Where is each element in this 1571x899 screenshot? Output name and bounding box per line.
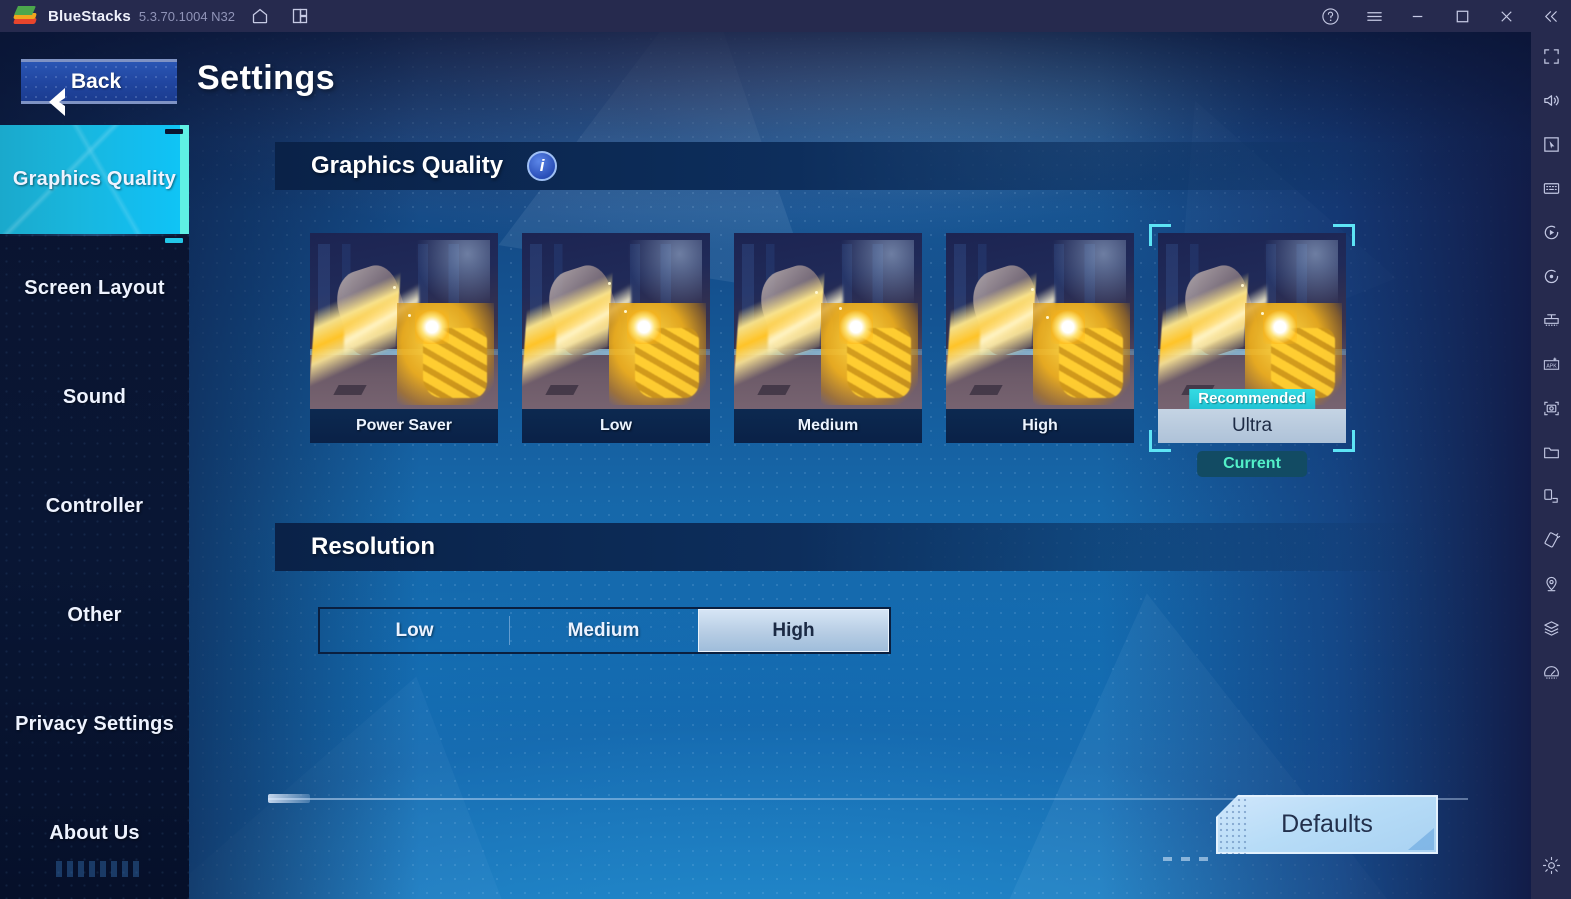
multi-instance-icon[interactable] xyxy=(285,1,315,31)
back-button-label: Back xyxy=(71,69,122,93)
close-icon[interactable] xyxy=(1491,1,1521,31)
graphics-preset-high[interactable]: High xyxy=(946,233,1134,443)
graphics-preset-ultra[interactable]: Recommended Ultra Current xyxy=(1149,224,1355,477)
preset-caption: Low xyxy=(522,409,710,443)
resolution-option-label: Medium xyxy=(567,619,640,641)
recommended-badge: Recommended xyxy=(1189,389,1315,409)
resolution-segmented-control: Low Medium High xyxy=(318,607,891,654)
maximize-icon[interactable] xyxy=(1447,1,1477,31)
sidebar-item-label: Sound xyxy=(62,386,127,408)
window-controls xyxy=(1301,1,1571,31)
preset-thumbnail xyxy=(734,233,922,409)
keyboard-icon[interactable] xyxy=(1531,168,1571,208)
sidebar-item-screen-layout[interactable]: Screen Layout xyxy=(0,234,189,343)
section-title: Graphics Quality xyxy=(311,152,504,179)
help-icon[interactable] xyxy=(1315,1,1345,31)
sidebar-item-label: Privacy Settings xyxy=(15,713,174,735)
install-apk-icon[interactable]: APK xyxy=(1531,344,1571,384)
sidebar-item-label: Screen Layout xyxy=(24,277,165,299)
graphics-preset-list: Power Saver Low Medium High Recommended … xyxy=(310,224,1355,477)
settings-gear-icon[interactable] xyxy=(1531,845,1571,885)
home-icon[interactable] xyxy=(245,1,275,31)
right-toolbar: APK xyxy=(1531,32,1571,899)
defaults-button-label: Defaults xyxy=(1281,810,1373,838)
sidebar-item-label: Graphics Quality xyxy=(12,168,177,190)
sidebar-item-tick xyxy=(165,129,183,134)
fullscreen-icon[interactable] xyxy=(1531,36,1571,76)
sidebar-item-label: Other xyxy=(67,604,122,626)
bluestacks-logo-icon xyxy=(13,5,37,27)
sidebar-footer-marks xyxy=(56,861,139,877)
game-controls-icon[interactable] xyxy=(1531,300,1571,340)
record-icon[interactable] xyxy=(1531,256,1571,296)
preset-thumbnail xyxy=(1158,233,1346,409)
sidebar-item-other[interactable]: Other xyxy=(0,561,189,670)
collapse-icon[interactable] xyxy=(1535,1,1565,31)
location-icon[interactable] xyxy=(1531,564,1571,604)
app-version: 5.3.70.1004 N32 xyxy=(138,8,236,24)
preset-label: High xyxy=(1022,417,1058,434)
sidebar-items: Graphics Quality Screen Layout Sound Con… xyxy=(0,125,189,888)
multi-instance-layers-icon[interactable] xyxy=(1531,608,1571,648)
section-title: Resolution xyxy=(311,533,435,560)
sidebar-item-privacy-settings[interactable]: Privacy Settings xyxy=(0,670,189,779)
performance-icon[interactable] xyxy=(1531,652,1571,692)
preset-caption: Medium xyxy=(734,409,922,443)
defaults-button[interactable]: Defaults xyxy=(1216,795,1438,854)
resolution-option-label: Low xyxy=(395,619,434,641)
resolution-option-high[interactable]: High xyxy=(698,609,889,652)
main-content: Settings Graphics Quality i Power Saver xyxy=(189,32,1531,899)
sidebar-divider xyxy=(0,234,189,236)
sidebar-item-sound[interactable]: Sound xyxy=(0,343,189,452)
sidebar-item-label: About Us xyxy=(49,822,140,844)
graphics-preset-power-saver[interactable]: Power Saver xyxy=(310,233,498,443)
sidebar-item-tick xyxy=(165,238,183,243)
title-bar: BlueStacks 5.3.70.1004 N32 xyxy=(0,0,1571,32)
volume-icon[interactable] xyxy=(1531,80,1571,120)
media-folder-icon[interactable] xyxy=(1531,432,1571,472)
menu-icon[interactable] xyxy=(1359,1,1389,31)
graphics-preset-low[interactable]: Low xyxy=(522,233,710,443)
rotate-screen-icon[interactable] xyxy=(1531,476,1571,516)
current-badge: Current xyxy=(1197,451,1307,477)
shake-icon[interactable] xyxy=(1531,520,1571,560)
sidebar: Back Graphics Quality Screen Layout Soun… xyxy=(0,32,189,899)
graphics-preset-medium[interactable]: Medium xyxy=(734,233,922,443)
resolution-section-header: Resolution xyxy=(275,523,1430,571)
app-title: BlueStacks xyxy=(48,7,131,25)
sidebar-item-label: Controller xyxy=(45,495,144,517)
preset-caption: Ultra xyxy=(1158,409,1346,443)
svg-text:APK: APK xyxy=(1546,363,1557,369)
macro-play-icon[interactable] xyxy=(1531,212,1571,252)
sidebar-item-controller[interactable]: Controller xyxy=(0,452,189,561)
graphics-quality-section-header: Graphics Quality i xyxy=(275,142,1430,190)
page-title: Settings xyxy=(197,59,336,97)
back-button[interactable]: Back xyxy=(21,59,177,116)
preset-thumbnail xyxy=(522,233,710,409)
info-icon[interactable]: i xyxy=(527,151,558,181)
preset-label: Ultra xyxy=(1231,415,1273,436)
minimize-icon[interactable] xyxy=(1403,1,1433,31)
preset-caption: Power Saver xyxy=(310,409,498,443)
resolution-option-label: High xyxy=(772,619,815,641)
preset-label: Power Saver xyxy=(355,417,453,434)
preset-caption: High xyxy=(946,409,1134,443)
cursor-icon[interactable] xyxy=(1531,124,1571,164)
sidebar-item-graphics-quality[interactable]: Graphics Quality xyxy=(0,125,189,234)
preset-label: Low xyxy=(600,417,632,434)
preset-label: Medium xyxy=(797,417,859,434)
preset-thumbnail xyxy=(946,233,1134,409)
preset-thumbnail xyxy=(310,233,498,409)
resolution-option-medium[interactable]: Medium xyxy=(509,609,698,652)
screenshot-icon[interactable] xyxy=(1531,388,1571,428)
resolution-option-low[interactable]: Low xyxy=(320,609,509,652)
